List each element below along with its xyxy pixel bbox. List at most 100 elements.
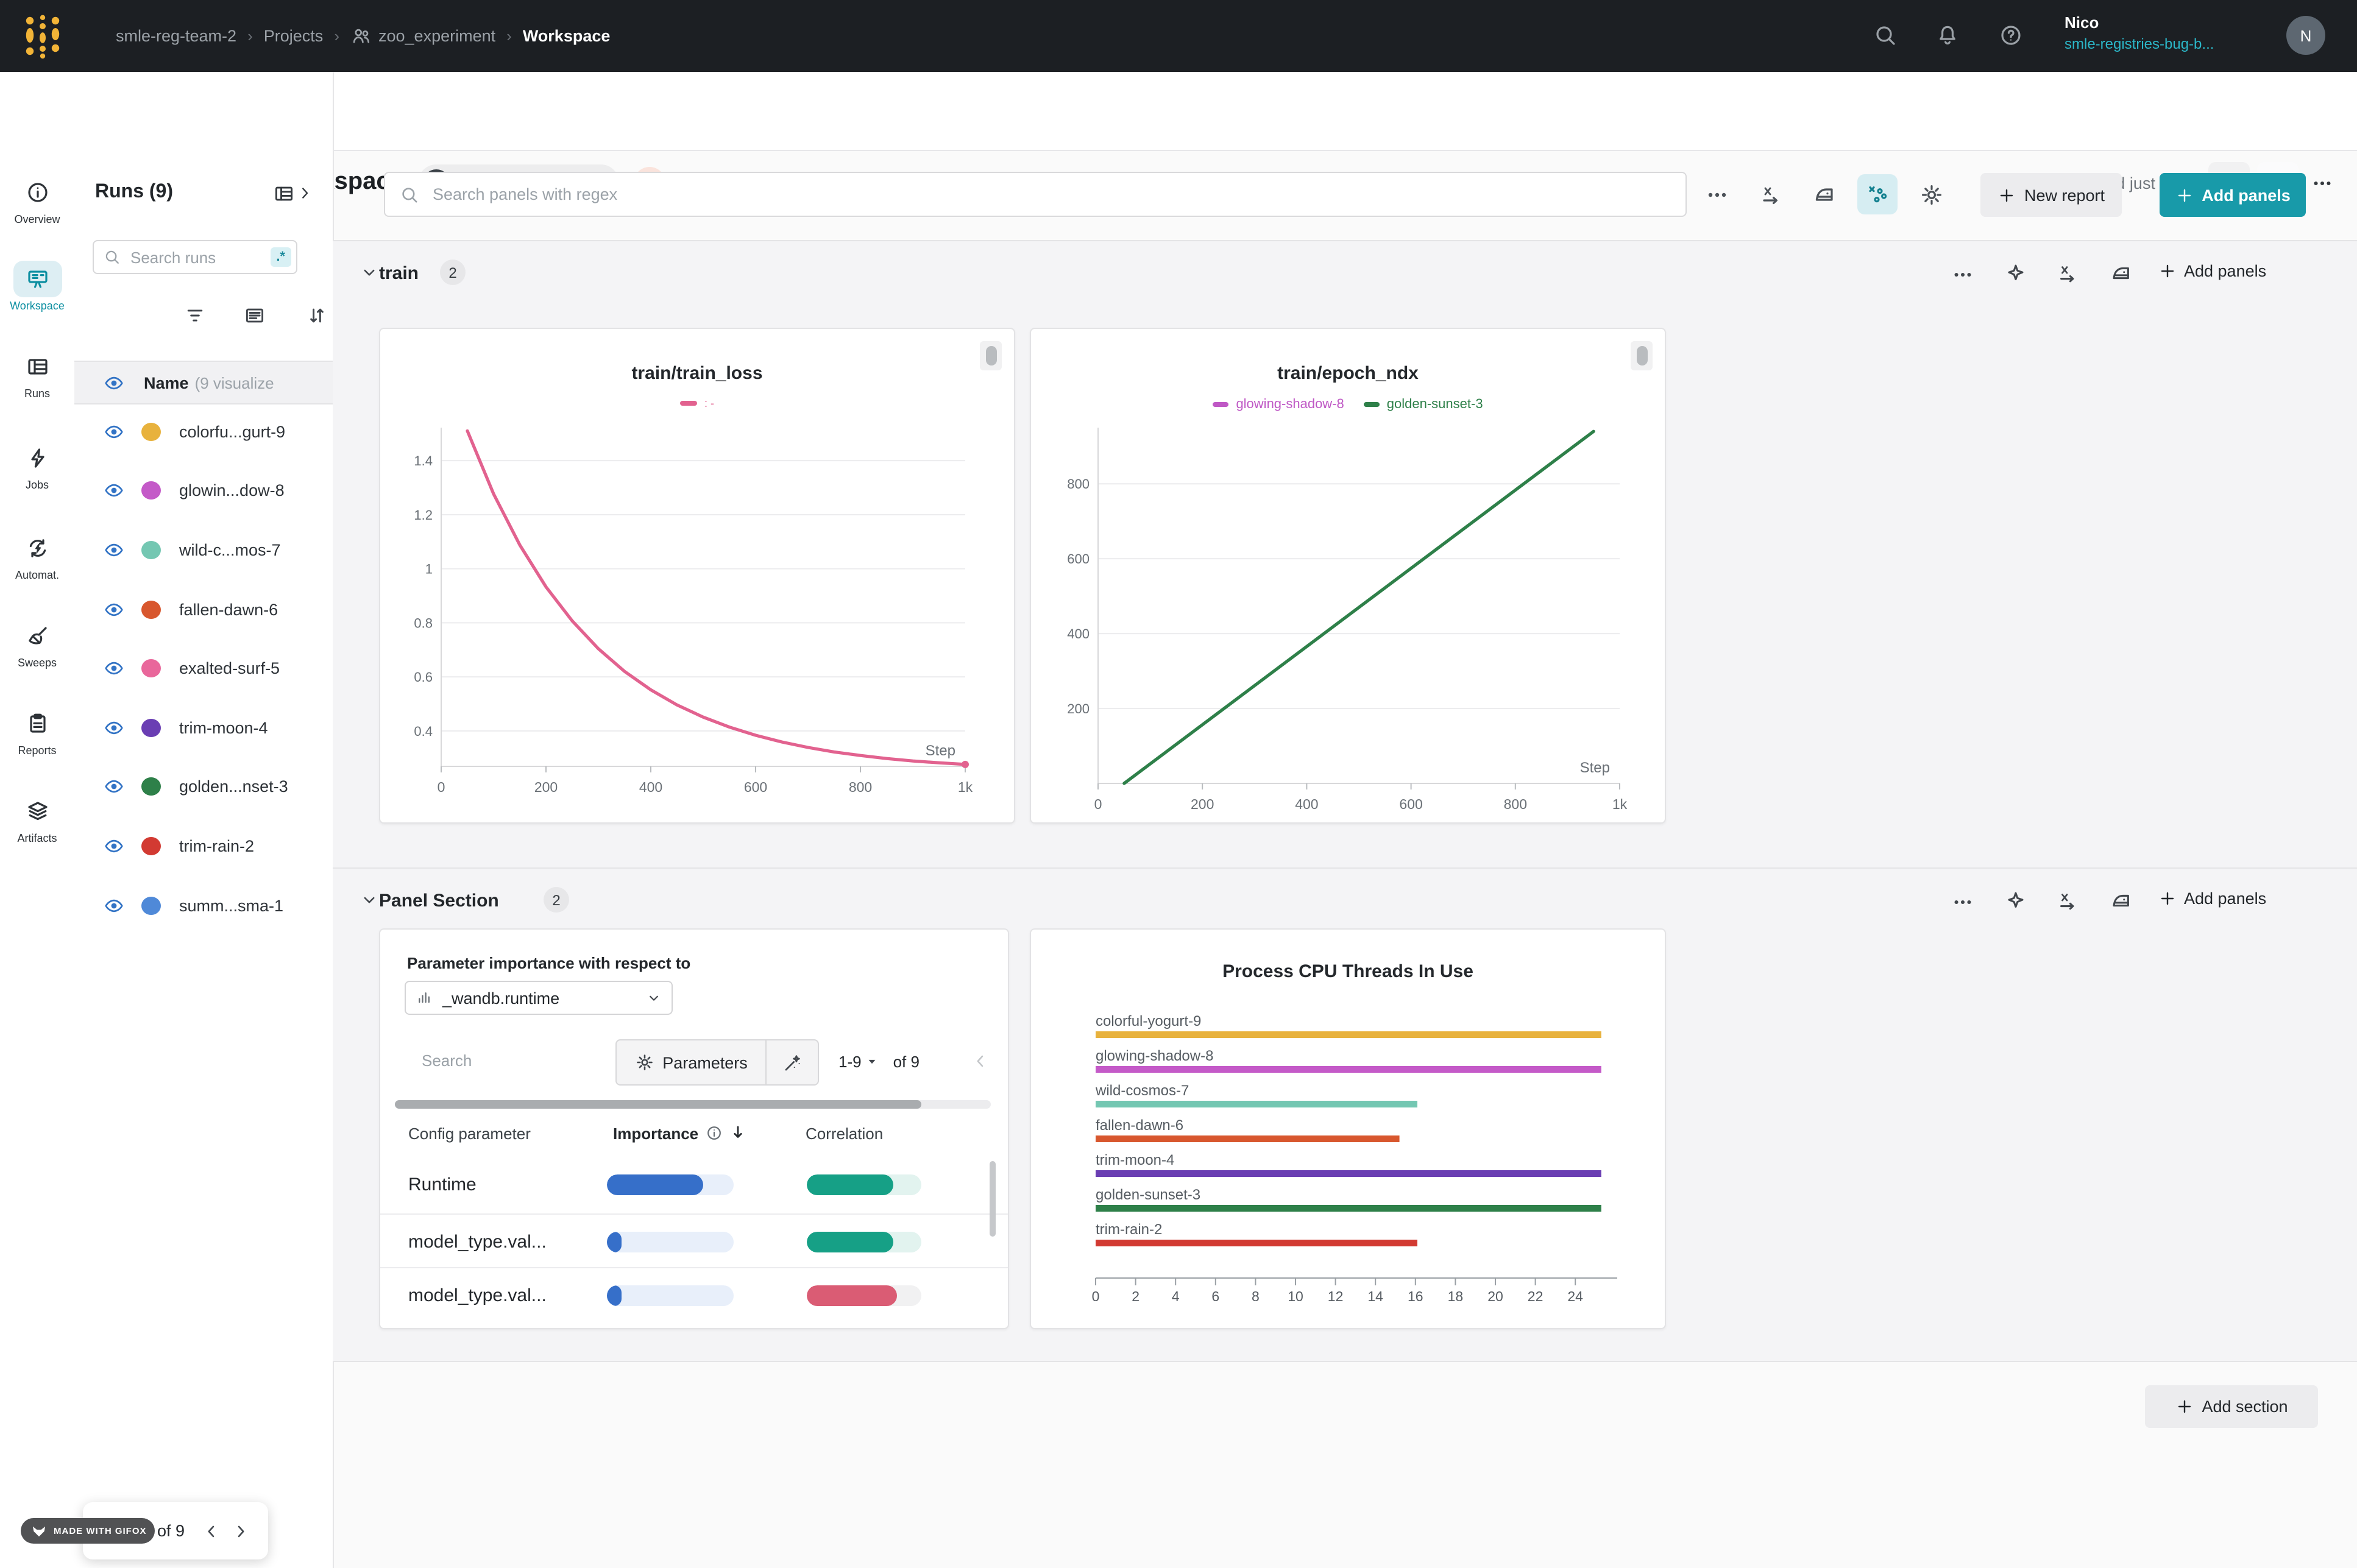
- section-smoothing-icon[interactable]: [2110, 262, 2133, 285]
- runs-name-header[interactable]: Name (9 visualize: [74, 361, 333, 404]
- eye-icon[interactable]: [104, 481, 124, 501]
- expand-runs-table-icon[interactable]: [296, 184, 314, 202]
- next-page-icon[interactable]: [231, 1521, 250, 1541]
- breadcrumb-team[interactable]: smle-reg-team-2: [116, 27, 236, 45]
- run-row[interactable]: summ...sma-1: [74, 876, 333, 935]
- sidebar-item-automat[interactable]: Automat.: [0, 530, 74, 581]
- eye-icon[interactable]: [104, 718, 124, 738]
- eye-icon[interactable]: [104, 895, 124, 916]
- horizontal-scrollbar-track[interactable]: [395, 1100, 991, 1109]
- sidebar-item-sweeps[interactable]: Sweeps: [0, 618, 74, 669]
- run-name[interactable]: wild-c...mos-7: [179, 541, 281, 559]
- outliers-toggle-button[interactable]: [1857, 174, 1898, 214]
- notifications-icon[interactable]: [1935, 23, 1960, 48]
- legend-entry[interactable]: : -: [680, 397, 714, 409]
- x-axis-settings-icon[interactable]: [1759, 183, 1783, 207]
- runs-table-icon[interactable]: [273, 183, 295, 205]
- param-table-row[interactable]: Runtime: [380, 1156, 1008, 1211]
- run-row[interactable]: wild-c...mos-7: [74, 520, 333, 579]
- wandb-logo-icon[interactable]: [24, 13, 61, 59]
- sidebar-item-overview[interactable]: Overview: [0, 174, 74, 225]
- magic-suggest-button[interactable]: [767, 1040, 818, 1084]
- workspace-overflow-icon[interactable]: [1705, 183, 1729, 207]
- smoothing-settings-icon[interactable]: [1812, 183, 1837, 207]
- sidebar-item-artifacts[interactable]: Artifacts: [0, 793, 74, 844]
- run-name[interactable]: glowin...dow-8: [179, 482, 285, 500]
- sidebar-item-runs[interactable]: Runs: [0, 348, 74, 400]
- section-add-panels-button[interactable]: Add panels: [2158, 262, 2266, 280]
- run-row[interactable]: fallen-dawn-6: [74, 580, 333, 639]
- eye-icon[interactable]: [104, 422, 124, 442]
- section-title[interactable]: train: [379, 263, 419, 284]
- parameters-button[interactable]: Parameters: [617, 1040, 767, 1084]
- eye-icon[interactable]: [104, 658, 124, 679]
- col-importance[interactable]: Importance: [613, 1125, 698, 1143]
- param-search-placeholder[interactable]: Search: [422, 1051, 472, 1070]
- param-table-row[interactable]: model_type.val...: [380, 1267, 1008, 1322]
- run-name[interactable]: fallen-dawn-6: [179, 600, 278, 618]
- header-overflow-menu-icon[interactable]: [2311, 172, 2334, 195]
- vertical-scrollbar-thumb[interactable]: [990, 1161, 996, 1237]
- horizontal-scrollbar-thumb[interactable]: [395, 1100, 921, 1109]
- run-name[interactable]: colorfu...gurt-9: [179, 423, 285, 441]
- run-name[interactable]: exalted-surf-5: [179, 659, 280, 677]
- regex-toggle[interactable]: .*: [270, 247, 291, 267]
- run-name[interactable]: trim-rain-2: [179, 837, 254, 855]
- run-row[interactable]: colorfu...gurt-9: [74, 402, 333, 461]
- page-range[interactable]: 1-9: [838, 1053, 862, 1071]
- run-row[interactable]: exalted-surf-5: [74, 639, 333, 698]
- search-icon[interactable]: [1873, 23, 1898, 48]
- user-team-link[interactable]: smle-registries-bug-b...: [2065, 35, 2214, 52]
- workspace-settings-icon[interactable]: [1919, 183, 1944, 207]
- run-name[interactable]: golden...nset-3: [179, 778, 288, 796]
- section-add-panels-button[interactable]: Add panels: [2158, 889, 2266, 908]
- collapse-section-icon[interactable]: [360, 263, 379, 283]
- add-panels-button[interactable]: Add panels: [2160, 173, 2306, 217]
- breadcrumb-projects[interactable]: Projects: [264, 27, 324, 45]
- user-info[interactable]: Nico smle-registries-bug-b...: [2065, 13, 2214, 52]
- help-icon[interactable]: [1999, 23, 2023, 48]
- collapse-section-icon[interactable]: [360, 891, 379, 910]
- section-quick-add-icon[interactable]: [2004, 262, 2027, 285]
- legend-entry[interactable]: golden-sunset-3: [1364, 397, 1483, 412]
- section-quick-add-icon[interactable]: [2004, 889, 2027, 913]
- section-x-axis-icon[interactable]: [2056, 262, 2079, 285]
- eye-icon[interactable]: [104, 372, 124, 393]
- prev-page-icon[interactable]: [970, 1051, 990, 1071]
- run-row[interactable]: golden...nset-3: [74, 757, 333, 816]
- sort-runs-icon[interactable]: [306, 305, 328, 327]
- panel-drag-handle[interactable]: [1631, 341, 1653, 370]
- section-smoothing-icon[interactable]: [2110, 889, 2133, 913]
- add-section-button[interactable]: Add section: [2145, 1385, 2318, 1428]
- run-name[interactable]: trim-moon-4: [179, 719, 268, 737]
- section-overflow-icon[interactable]: [1951, 263, 1974, 286]
- panel-search-input[interactable]: [430, 184, 1671, 205]
- sidebar-item-workspace[interactable]: Workspace: [0, 261, 74, 312]
- breadcrumb-project[interactable]: zoo_experiment: [378, 27, 495, 45]
- eye-icon[interactable]: [104, 540, 124, 560]
- section-x-axis-icon[interactable]: [2056, 889, 2079, 913]
- run-row[interactable]: trim-rain-2: [74, 816, 333, 875]
- run-row[interactable]: trim-moon-4: [74, 698, 333, 757]
- panel-drag-handle[interactable]: [980, 341, 1002, 370]
- eye-icon[interactable]: [104, 836, 124, 856]
- filter-runs-icon[interactable]: [184, 305, 206, 327]
- legend-entry[interactable]: glowing-shadow-8: [1213, 397, 1344, 412]
- param-pagination[interactable]: 1-9 of 9: [838, 1053, 920, 1071]
- col-correlation[interactable]: Correlation: [806, 1125, 883, 1143]
- eye-icon[interactable]: [104, 777, 124, 797]
- param-table-row[interactable]: model_type.val...: [380, 1213, 1008, 1268]
- run-row[interactable]: glowin...dow-8: [74, 461, 333, 520]
- sort-desc-icon[interactable]: [729, 1123, 747, 1142]
- eye-icon[interactable]: [104, 599, 124, 620]
- runs-display-icon[interactable]: [244, 305, 266, 327]
- metric-dropdown[interactable]: _wandb.runtime: [405, 981, 673, 1015]
- avatar[interactable]: N: [2286, 16, 2325, 55]
- run-name[interactable]: summ...sma-1: [179, 896, 283, 914]
- sidebar-item-reports[interactable]: Reports: [0, 705, 74, 757]
- prev-page-icon[interactable]: [200, 1521, 220, 1541]
- section-overflow-icon[interactable]: [1951, 891, 1974, 914]
- section-title[interactable]: Panel Section: [379, 891, 499, 911]
- runs-search-input[interactable]: [128, 247, 270, 267]
- breadcrumb-workspace[interactable]: Workspace: [523, 27, 611, 45]
